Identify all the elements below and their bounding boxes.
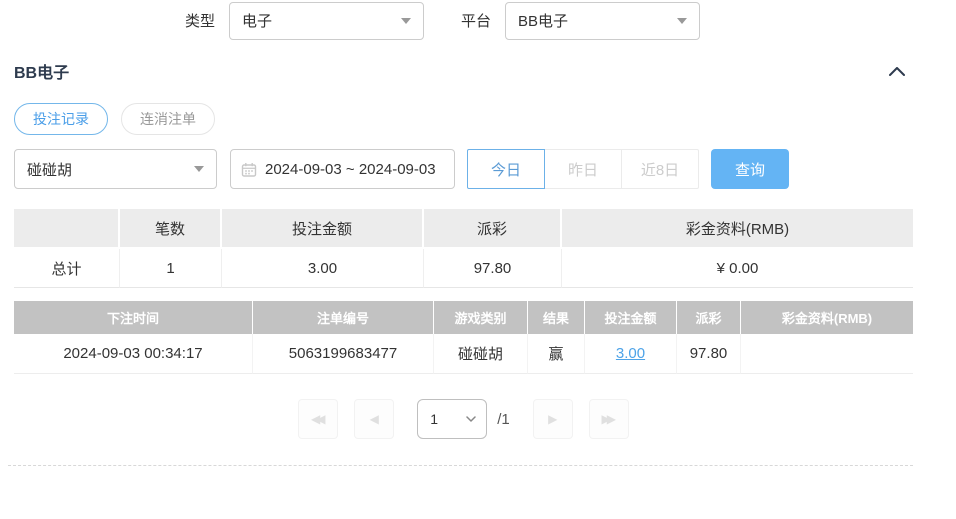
last-page-button[interactable]: ▶▶ <box>589 399 629 439</box>
chevron-down-icon <box>466 416 476 422</box>
detail-row: 2024-09-03 00:34:17 5063199683477 碰碰胡 赢 … <box>14 334 913 374</box>
detail-header-row: 下注时间 注单编号 游戏类别 结果 投注金额 派彩 彩金资料(RMB) <box>14 301 913 334</box>
last-8-days-button[interactable]: 近8日 <box>621 149 699 189</box>
summary-total-payout: 97.80 <box>424 249 562 288</box>
yesterday-button[interactable]: 昨日 <box>544 149 622 189</box>
summary-header-bonus: 彩金资料(RMB) <box>562 209 913 249</box>
query-button[interactable]: 查询 <box>711 149 789 189</box>
today-button[interactable]: 今日 <box>467 149 545 189</box>
detail-header-order-no: 注单编号 <box>253 301 434 334</box>
chevron-up-icon <box>889 67 905 76</box>
filter-row: 碰碰胡 2024-09-03 ~ 2024-09-03 今日 昨日 近8日 查询 <box>0 149 956 189</box>
section-title: BB电子 <box>14 59 69 83</box>
prev-page-button[interactable]: ◀ <box>354 399 394 439</box>
date-range-value: 2024-09-03 ~ 2024-09-03 <box>265 161 436 178</box>
dashed-divider <box>8 465 913 466</box>
next-page-button[interactable]: ▶ <box>533 399 573 439</box>
detail-result: 赢 <box>528 334 585 374</box>
section-header: BB电子 <box>0 61 956 81</box>
date-range-picker[interactable]: 2024-09-03 ~ 2024-09-03 <box>230 149 455 189</box>
summary-header-row: 笔数 投注金额 派彩 彩金资料(RMB) <box>14 209 913 249</box>
calendar-icon <box>241 162 257 177</box>
detail-header-payout: 派彩 <box>677 301 741 334</box>
pagination: ◀◀ ◀ 1 /1 ▶ ▶▶ <box>0 399 927 439</box>
chevron-down-icon <box>401 18 411 24</box>
detail-payout: 97.80 <box>677 334 741 374</box>
detail-table: 下注时间 注单编号 游戏类别 结果 投注金额 派彩 彩金资料(RMB) 2024… <box>14 301 913 374</box>
summary-total-bet-amount: 3.00 <box>222 249 424 288</box>
type-select[interactable]: 电子 <box>229 2 424 40</box>
tab-cancelled-orders[interactable]: 连消注单 <box>121 103 215 135</box>
detail-header-game-type: 游戏类别 <box>434 301 528 334</box>
detail-header-bonus: 彩金资料(RMB) <box>741 301 913 334</box>
first-page-icon: ◀◀ <box>311 413 321 425</box>
collapse-button[interactable] <box>889 67 905 76</box>
top-filter-bar: 类型 电子 平台 BB电子 <box>0 0 956 40</box>
game-type-select-value: 碰碰胡 <box>27 159 72 180</box>
summary-total-row: 总计 1 3.00 97.80 ¥ 0.00 <box>14 249 913 288</box>
summary-header-count: 笔数 <box>120 209 222 249</box>
quick-range-group: 今日 昨日 近8日 <box>467 149 699 189</box>
detail-header-bet-time: 下注时间 <box>14 301 253 334</box>
type-select-value: 电子 <box>242 10 272 31</box>
game-type-select[interactable]: 碰碰胡 <box>14 149 217 189</box>
type-label: 类型 <box>185 10 215 31</box>
chevron-down-icon <box>677 18 687 24</box>
summary-header-bet-amount: 投注金额 <box>222 209 424 249</box>
detail-header-bet-amount: 投注金额 <box>585 301 677 334</box>
page-select-value: 1 <box>430 411 438 427</box>
bet-amount-link[interactable]: 3.00 <box>616 345 645 362</box>
page-select[interactable]: 1 <box>417 399 487 439</box>
summary-total-label: 总计 <box>14 249 120 288</box>
record-tabs: 投注记录 连消注单 <box>0 103 956 135</box>
chevron-down-icon <box>194 166 204 172</box>
summary-table: 笔数 投注金额 派彩 彩金资料(RMB) 总计 1 3.00 97.80 ¥ 0… <box>14 209 913 288</box>
detail-bet-time: 2024-09-03 00:34:17 <box>14 334 253 374</box>
platform-select-value: BB电子 <box>518 10 568 31</box>
last-page-icon: ▶▶ <box>602 413 612 425</box>
summary-header-payout: 派彩 <box>424 209 562 249</box>
tab-betting-records[interactable]: 投注记录 <box>14 103 108 135</box>
total-pages-label: /1 <box>497 411 510 428</box>
prev-page-icon: ◀ <box>370 413 379 425</box>
summary-header-empty <box>14 209 120 249</box>
platform-label: 平台 <box>461 10 491 31</box>
next-page-icon: ▶ <box>548 413 557 425</box>
first-page-button[interactable]: ◀◀ <box>298 399 338 439</box>
detail-order-no: 5063199683477 <box>253 334 434 374</box>
summary-total-count: 1 <box>120 249 222 288</box>
platform-select[interactable]: BB电子 <box>505 2 700 40</box>
summary-total-bonus: ¥ 0.00 <box>562 249 913 288</box>
detail-game-type: 碰碰胡 <box>434 334 528 374</box>
detail-header-result: 结果 <box>528 301 585 334</box>
detail-bonus <box>741 334 913 374</box>
